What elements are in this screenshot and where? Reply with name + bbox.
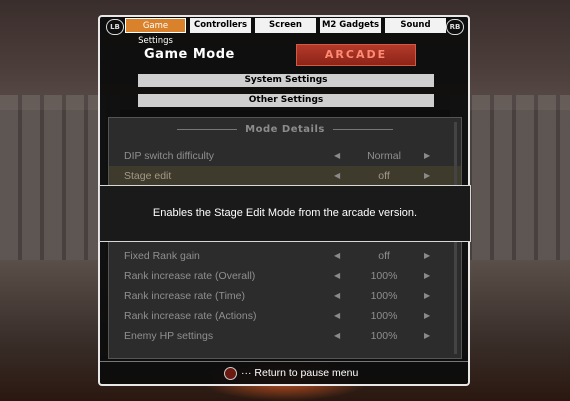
arrow-right-icon[interactable]: ▶: [424, 146, 430, 166]
arrow-left-icon[interactable]: ◀: [334, 266, 340, 286]
arrow-right-icon[interactable]: ▶: [424, 286, 430, 306]
arrow-left-icon[interactable]: ◀: [334, 326, 340, 346]
mode-details-title-text: Mode Details: [245, 124, 325, 135]
setting-row-rank-overall[interactable]: Rank increase rate (Overall) ◀ 100% ▶: [109, 266, 461, 286]
setting-label: Stage edit: [124, 170, 172, 182]
setting-row-enemy-hp[interactable]: Enemy HP settings ◀ 100% ▶: [109, 326, 461, 346]
setting-label: Fixed Rank gain: [124, 250, 200, 262]
setting-value: off: [378, 170, 390, 182]
setting-row-rank-time[interactable]: Rank increase rate (Time) ◀ 100% ▶: [109, 286, 461, 306]
setting-value: 100%: [370, 270, 398, 282]
setting-value: 100%: [370, 290, 398, 302]
setting-description-tooltip: Enables the Stage Edit Mode from the arc…: [99, 185, 471, 242]
setting-row-fixed-rank-gain[interactable]: Fixed Rank gain ◀ off ▶: [109, 246, 461, 266]
tab-bar: LB Game Settings Controllers Screen M2 G…: [100, 17, 468, 46]
other-settings-button[interactable]: Other Settings: [138, 94, 434, 107]
setting-label: Enemy HP settings: [124, 330, 214, 342]
arrow-right-icon[interactable]: ▶: [424, 266, 430, 286]
setting-label: Rank increase rate (Actions): [124, 310, 257, 322]
return-to-pause-text: ··· Return to pause menu: [241, 367, 359, 379]
return-to-pause-hint[interactable]: ··· Return to pause menu: [224, 366, 358, 380]
tab-sound[interactable]: Sound: [385, 18, 446, 33]
arrow-right-icon[interactable]: ▶: [424, 306, 430, 326]
system-settings-button[interactable]: System Settings: [138, 74, 434, 87]
footer-bar: ··· Return to pause menu: [100, 361, 468, 384]
tab-m2-gadgets[interactable]: M2 Gadgets: [320, 18, 381, 33]
tab-game-settings[interactable]: Game Settings: [125, 18, 186, 46]
arrow-left-icon[interactable]: ◀: [334, 306, 340, 326]
rb-bumper-icon[interactable]: RB: [446, 19, 464, 35]
b-button-icon: [224, 366, 237, 380]
title-rule-right: [332, 128, 393, 130]
tab-screen[interactable]: Screen: [255, 18, 316, 33]
mode-details-title: Mode Details: [109, 124, 461, 135]
setting-row-rank-actions[interactable]: Rank increase rate (Actions) ◀ 100% ▶: [109, 306, 461, 326]
setting-value: Normal: [367, 150, 401, 162]
lb-bumper-icon[interactable]: LB: [106, 19, 124, 35]
arrow-right-icon[interactable]: ▶: [424, 246, 430, 266]
setting-label: DIP switch difficulty: [124, 150, 215, 162]
title-rule-left: [177, 128, 238, 130]
arrow-right-icon[interactable]: ▶: [424, 166, 430, 186]
arrow-left-icon[interactable]: ◀: [334, 246, 340, 266]
setting-value: 100%: [370, 310, 398, 322]
arrow-left-icon[interactable]: ◀: [334, 286, 340, 306]
arrow-left-icon[interactable]: ◀: [334, 146, 340, 166]
game-mode-label: Game Mode: [144, 47, 235, 62]
setting-row-stage-edit[interactable]: Stage edit ◀ off ▶: [109, 166, 461, 186]
setting-value: 100%: [370, 330, 398, 342]
setting-row-dip-difficulty[interactable]: DIP switch difficulty ◀ Normal ▶: [109, 146, 461, 166]
tab-controllers[interactable]: Controllers: [190, 18, 251, 33]
setting-label: Rank increase rate (Overall): [124, 270, 256, 282]
arrow-right-icon[interactable]: ▶: [424, 326, 430, 346]
arrow-left-icon[interactable]: ◀: [334, 166, 340, 186]
setting-value: off: [378, 250, 390, 262]
game-mode-selector[interactable]: ARCADE: [296, 44, 416, 66]
setting-label: Rank increase rate (Time): [124, 290, 245, 302]
